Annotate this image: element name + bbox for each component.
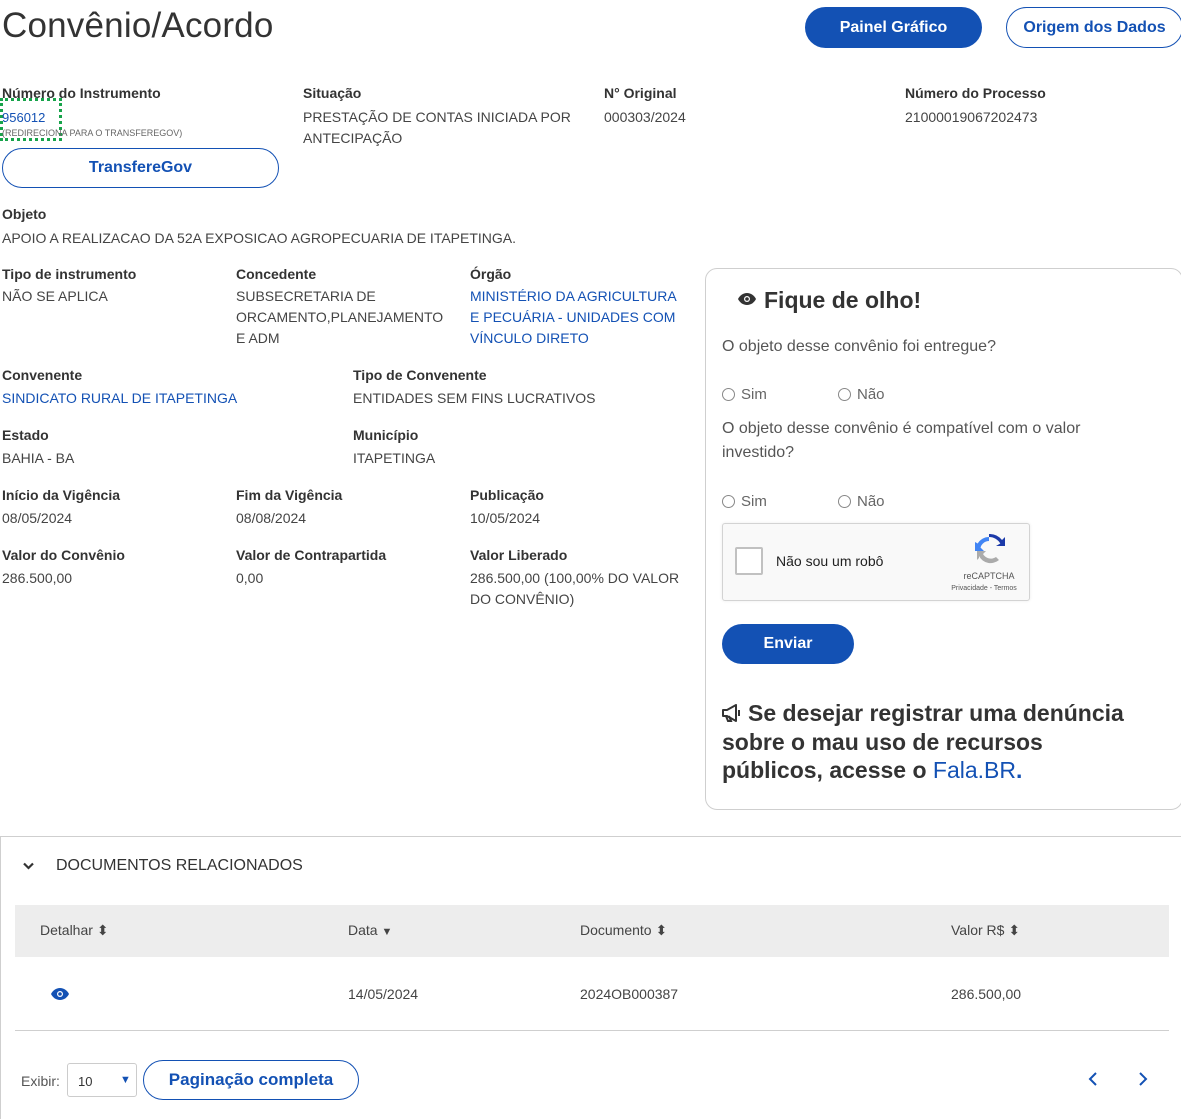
situacao-label: Situação (303, 85, 362, 101)
col-documento[interactable]: Documento ⬍ (580, 922, 667, 939)
radio-circle[interactable] (722, 495, 735, 508)
sort-icon[interactable]: ⬍ (655, 922, 667, 938)
exibir-label: Exibir: (21, 1073, 60, 1089)
radio-circle[interactable] (838, 495, 851, 508)
question-compativel: O objeto desse convênio é compatível com… (722, 420, 1081, 461)
objeto-label: Objeto (2, 206, 47, 222)
contrapartida-value: 0,00 (236, 570, 264, 586)
megaphone-icon (722, 700, 742, 728)
valor-convenio-label: Valor do Convênio (2, 547, 125, 563)
col-detalhar[interactable]: Detalhar ⬍ (40, 922, 109, 939)
table-row: 14/05/2024 2024OB000387 286.500,00 (15, 957, 1169, 1031)
sort-icon[interactable]: ⬍ (97, 922, 109, 938)
estado-label: Estado (2, 427, 49, 443)
panel-header: Fique de olho! (738, 287, 921, 314)
docs-table-header: Detalhar ⬍ Data ▼ Documento ⬍ Valor R$ ⬍ (15, 905, 1169, 957)
paginacao-completa-button[interactable]: Paginação completa (143, 1060, 359, 1100)
municipio-label: Município (353, 427, 419, 443)
page-size-select[interactable]: 10 ▼ (67, 1063, 137, 1097)
publicacao-label: Publicação (470, 487, 544, 503)
origem-dados-button[interactable]: Origem dos Dados (1006, 7, 1181, 48)
objeto-value: APOIO A REALIZACAO DA 52A EXPOSICAO AGRO… (2, 230, 517, 246)
eye-icon (738, 292, 756, 310)
valor-convenio-value: 286.500,00 (2, 570, 73, 586)
situacao-value: PRESTAÇÃO DE CONTAS INICIADA POR ANTECIP… (303, 109, 571, 146)
convenente-label: Convenente (2, 367, 83, 383)
tipo-instrumento-value: NÃO SE APLICA (2, 288, 108, 304)
radio-circle[interactable] (838, 388, 851, 401)
documentos-relacionados-section: DOCUMENTOS RELACIONADOS Detalhar ⬍ Data … (0, 836, 1181, 1119)
instrumento-note: (REDIRECIONA PARA O TRANSFEREGOV) (2, 128, 183, 138)
row-documento: 2024OB000387 (580, 986, 679, 1002)
instrumento-link[interactable]: 956012 (2, 107, 45, 128)
row-data: 14/05/2024 (348, 986, 419, 1002)
radio-compativel-sim[interactable]: Sim (722, 493, 767, 510)
fala-br-link[interactable]: Fala.BR (933, 757, 1016, 783)
docs-header[interactable]: DOCUMENTOS RELACIONADOS (23, 857, 303, 875)
transferegov-button[interactable]: TransfereGov (2, 148, 279, 188)
radio-entregue-sim[interactable]: Sim (722, 386, 767, 403)
chevron-left-icon[interactable] (1088, 1071, 1098, 1092)
valor-liberado-value: 286.500,00 (100,00% DO VALOR DO CONVÊNIO… (470, 570, 680, 607)
painel-grafico-button[interactable]: Painel Gráfico (805, 7, 982, 48)
estado-value: BAHIA - BA (2, 450, 75, 466)
orgao-link[interactable]: MINISTÉRIO DA AGRICULTURA E PECUÁRIA - U… (470, 286, 677, 349)
radio-compativel-nao[interactable]: Não (838, 493, 885, 510)
tipo-instrumento-label: Tipo de instrumento (2, 266, 137, 282)
fique-de-olho-panel: Fique de olho! O objeto desse convênio f… (705, 268, 1181, 810)
publicacao-value: 10/05/2024 (470, 510, 541, 526)
processo-label: Número do Processo (905, 85, 1046, 101)
chevron-right-icon[interactable] (1138, 1071, 1148, 1092)
page-size-value: 10 (78, 1074, 93, 1089)
fim-vigencia-value: 08/08/2024 (236, 510, 307, 526)
row-valor: 286.500,00 (951, 986, 1022, 1002)
page-title: Convênio/Acordo (2, 6, 274, 45)
inicio-vigencia-value: 08/05/2024 (2, 510, 73, 526)
docs-title: DOCUMENTOS RELACIONADOS (56, 857, 303, 874)
concedente-value: SUBSECRETARIA DE ORCAMENTO,PLANEJAMENTO … (236, 288, 444, 346)
sort-down-icon[interactable]: ▼ (381, 926, 392, 938)
municipio-value: ITAPETINGA (353, 450, 436, 466)
tipo-convenente-label: Tipo de Convenente (353, 367, 487, 383)
recaptcha-logo-icon (973, 533, 1005, 571)
valor-liberado-label: Valor Liberado (470, 547, 568, 563)
eye-icon[interactable] (51, 987, 69, 1005)
chevron-down-icon[interactable] (23, 857, 34, 875)
col-data[interactable]: Data ▼ (348, 922, 392, 938)
tipo-convenente-value: ENTIDADES SEM FINS LUCRATIVOS (353, 390, 596, 406)
inicio-vigencia-label: Início da Vigência (2, 487, 121, 503)
recaptcha-links[interactable]: Privacidade - Termos (939, 585, 1029, 592)
recaptcha-widget: Não sou um robô reCAPTCHA Privacidade - … (722, 523, 1030, 601)
radio-circle[interactable] (722, 388, 735, 401)
n-original-label: N° Original (604, 85, 677, 101)
denuncia-text: Se desejar registrar uma denúncia sobre … (722, 700, 1124, 783)
col-valor[interactable]: Valor R$ ⬍ (951, 922, 1020, 939)
concedente-label: Concedente (236, 266, 317, 282)
question-entregue: O objeto desse convênio foi entregue? (722, 338, 996, 355)
radio-entregue-nao[interactable]: Não (838, 386, 885, 403)
processo-value: 21000019067202473 (905, 109, 1038, 125)
convenente-link[interactable]: SINDICATO RURAL DE ITAPETINGA (2, 388, 237, 409)
enviar-button[interactable]: Enviar (722, 624, 854, 664)
orgao-label: Órgão (470, 266, 512, 282)
panel-title: Fique de olho! (764, 287, 922, 313)
sort-icon[interactable]: ⬍ (1008, 922, 1020, 938)
caret-down-icon[interactable]: ▼ (120, 1074, 131, 1086)
fim-vigencia-label: Fim da Vigência (236, 487, 343, 503)
recaptcha-checkbox[interactable] (735, 547, 763, 575)
contrapartida-label: Valor de Contrapartida (236, 547, 387, 563)
recaptcha-brand: reCAPTCHA (963, 571, 1015, 581)
recaptcha-label: Não sou um robô (776, 553, 884, 569)
n-original-value: 000303/2024 (604, 109, 686, 125)
